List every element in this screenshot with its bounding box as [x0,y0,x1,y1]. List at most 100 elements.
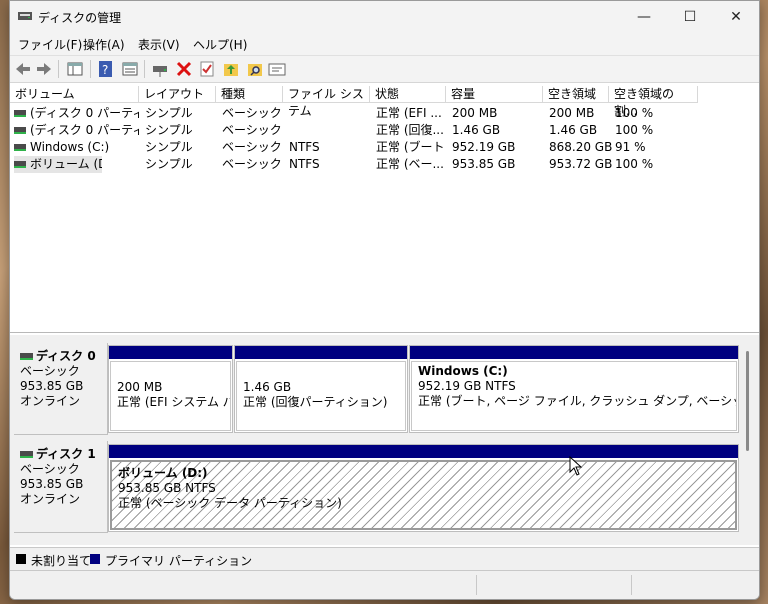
legend-primary-swatch [90,554,100,564]
mouse-cursor-icon [569,456,583,476]
column-header-free-percent[interactable]: 空き領域の割... [609,86,698,118]
cell-free-percent: 100 % [615,106,654,120]
properties-view-icon[interactable] [120,59,140,79]
cell-capacity: 1.46 GB [452,123,501,137]
connect-disk-icon[interactable] [150,59,170,79]
legend-primary-label: プライマリ パーティション [105,554,253,568]
cell-filesystem: NTFS [289,157,320,171]
partition-title: ボリューム (D:) [118,466,208,480]
legend: 未割り当て プライマリ パーティション [10,547,759,570]
cell-free: 953.72 GB [549,157,613,171]
title-bar: ディスクの管理 — ☐ ✕ [10,1,759,33]
cell-type: ベーシック [222,123,282,137]
cell-layout: シンプル [145,140,193,154]
partition-bar [410,346,738,359]
partition-windows-c[interactable]: Windows (C:) 952.19 GB NTFS 正常 (ブート, ページ… [409,345,739,433]
table-row[interactable]: (ディスク 0 パーティシ... シンプル ベーシック 正常 (EFI ... … [10,105,759,122]
cell-volume: (ディスク 0 パーティシ... [14,122,139,139]
console-tree-icon[interactable] [65,59,85,79]
cell-free: 1.46 GB [549,123,598,137]
table-row[interactable]: Windows (C:) シンプル ベーシック NTFS 正常 (ブート... … [10,139,759,156]
menu-action[interactable]: 操作(A) [83,36,125,53]
status-separator [476,575,477,595]
partition-body: 200 MB 正常 (EFI システム パーティション) [110,361,231,431]
folder-up-icon[interactable] [221,59,241,79]
disk-name: ディスク 0 [36,349,96,363]
menu-view[interactable]: 表示(V) [138,36,180,53]
volume-list: ボリューム レイアウト 種類 ファイル システム 状態 容量 空き領域 空き領域… [10,86,759,333]
disk-state: オンライン [20,492,81,506]
menu-file[interactable]: ファイル(F) [18,36,82,53]
disk-0-label[interactable]: ディスク 0 ベーシック 953.85 GB オンライン [14,343,108,435]
check-icon[interactable] [197,59,217,79]
table-row[interactable]: ボリューム (D:) シンプル ベーシック NTFS 正常 (ベー... 953… [10,156,759,173]
cell-status: 正常 (ブート... [376,140,444,154]
partition-size: 952.19 GB NTFS [418,379,516,393]
cell-free-percent: 91 % [615,140,646,154]
delete-icon[interactable] [174,59,194,79]
partition-bar [235,346,407,359]
partition-bar [109,445,738,458]
cell-capacity: 953.85 GB [452,157,516,171]
minimize-button[interactable]: — [621,1,667,33]
cell-type: ベーシック [222,106,282,120]
partition-status: 正常 (回復パーティション) [243,395,388,409]
disk-management-app-icon [18,12,32,20]
column-header-free[interactable]: 空き領域 [543,86,609,103]
volume-icon [14,127,26,134]
menu-bar: ファイル(F) 操作(A) 表示(V) ヘルプ(H) [10,33,759,55]
cell-filesystem: NTFS [289,140,320,154]
toolbar-separator [90,60,91,78]
column-header-volume[interactable]: ボリューム [10,86,139,103]
legend-unallocated-swatch [16,554,26,564]
disk-graphical-view: ディスク 0 ベーシック 953.85 GB オンライン 200 MB 正常 (… [10,335,759,545]
disk-size: 953.85 GB [20,477,84,491]
svg-text:?: ? [102,63,108,77]
cell-volume: (ディスク 0 パーティシ... [14,105,139,122]
partition-efi[interactable]: 200 MB 正常 (EFI システム パーティション) [108,345,233,433]
column-header-layout[interactable]: レイアウト [139,86,216,103]
back-arrow-icon[interactable] [13,59,33,79]
disk-1-label[interactable]: ディスク 1 ベーシック 953.85 GB オンライン [14,441,108,533]
partition-recovery[interactable]: 1.46 GB 正常 (回復パーティション) [234,345,408,433]
partition-volume-d[interactable]: ボリューム (D:) 953.85 GB NTFS 正常 (ベーシック データ … [108,444,739,532]
cell-free-percent: 100 % [615,157,654,171]
cell-volume: ボリューム (D:) [14,156,102,173]
column-header-type[interactable]: 種類 [216,86,283,103]
menu-help[interactable]: ヘルプ(H) [193,36,247,53]
volume-name: Windows (C:) [30,140,110,154]
column-header-filesystem[interactable]: ファイル システム [283,86,370,118]
details-icon[interactable] [267,59,287,79]
disk-state: オンライン [20,394,81,408]
table-row[interactable]: (ディスク 0 パーティシ... シンプル ベーシック 正常 (回復... 1.… [10,122,759,139]
disk-type: ベーシック [20,462,80,476]
toolbar-separator [58,60,59,78]
volume-icon [14,110,26,117]
disk-size: 953.85 GB [20,379,84,393]
disk-icon [20,451,33,458]
cell-capacity: 952.19 GB [452,140,516,154]
toolbar-separator [144,60,145,78]
close-button[interactable]: ✕ [713,1,759,33]
partition-status: 正常 (EFI システム パーティション) [117,395,230,409]
cell-free: 868.20 GB [549,140,613,154]
cell-status: 正常 (回復... [376,123,444,137]
cell-free-percent: 100 % [615,123,654,137]
partition-body: Windows (C:) 952.19 GB NTFS 正常 (ブート, ページ… [411,361,737,431]
help-icon[interactable]: ? [96,59,116,79]
cell-type: ベーシック [222,157,282,171]
cell-layout: シンプル [145,157,193,171]
search-folder-icon[interactable] [245,59,265,79]
cell-status: 正常 (EFI ... [376,106,442,120]
cell-layout: シンプル [145,123,193,137]
disk-icon [20,353,33,360]
volume-name: (ディスク 0 パーティシ... [30,106,139,120]
maximize-button[interactable]: ☐ [667,1,713,33]
vertical-scrollbar[interactable] [746,351,749,451]
column-header-status[interactable]: 状態 [370,86,446,103]
forward-arrow-icon[interactable] [34,59,54,79]
disk-type: ベーシック [20,364,80,378]
cell-status: 正常 (ベー... [376,157,444,171]
column-header-capacity[interactable]: 容量 [446,86,543,103]
disk-management-window: ディスクの管理 — ☐ ✕ ファイル(F) 操作(A) 表示(V) ヘルプ(H)… [9,0,760,600]
